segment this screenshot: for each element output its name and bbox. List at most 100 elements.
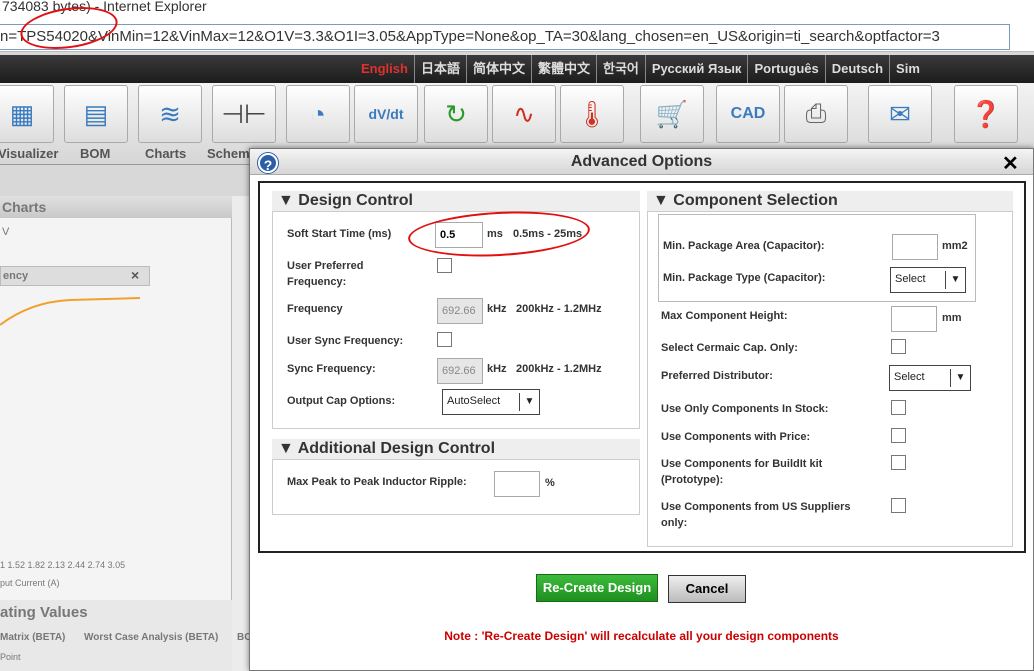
cad-icon: CAD: [730, 105, 766, 122]
chevron-down-icon: ▼: [945, 271, 965, 289]
min-type-select[interactable]: Select ▼: [890, 267, 966, 293]
min-type-value: Select: [895, 273, 926, 285]
x-axis-ticks: 1 1.52 1.82 2.13 2.44 2.74 3.05: [0, 560, 126, 570]
output-cap-select[interactable]: AutoSelect ▼: [442, 389, 540, 415]
user-pref-freq-label: User Preferred Frequency:: [287, 260, 364, 288]
close-icon[interactable]: ×: [131, 267, 139, 283]
charts-button[interactable]: ≋: [138, 85, 202, 143]
visualizer-button[interactable]: ▦: [0, 85, 54, 143]
sync-frequency-label: Sync Frequency:: [287, 363, 376, 375]
ceramic-only-checkbox[interactable]: [891, 339, 906, 354]
ripple-input[interactable]: [494, 471, 540, 497]
design-control-header[interactable]: ▼ Design Control: [272, 191, 640, 211]
in-stock-checkbox[interactable]: [891, 400, 906, 415]
lang-russian[interactable]: Русский Язык: [646, 55, 749, 83]
additional-design-header[interactable]: ▼ Additional Design Control: [272, 439, 640, 459]
dialog-body: ▼ Design Control Soft Start Time (ms) 0.…: [258, 181, 1026, 553]
distributor-label: Preferred Distributor:: [661, 370, 773, 382]
lang-chinese-traditional[interactable]: 繁體中文: [532, 55, 597, 83]
visualizer-icon: ▦: [9, 98, 35, 129]
lang-portuguese[interactable]: Português: [748, 55, 826, 83]
bom-button[interactable]: ▤: [64, 85, 128, 143]
circuit-icon: ↻: [445, 98, 467, 129]
thermal-button[interactable]: 🌡: [560, 85, 624, 143]
share-button[interactable]: ✉: [868, 85, 932, 143]
schematic-label: Schem: [207, 146, 250, 161]
tab-matrix[interactable]: Matrix (BETA): [0, 632, 65, 643]
dvdt-icon: dV/dt: [368, 106, 404, 122]
output-cap-label: Output Cap Options:: [287, 395, 396, 407]
user-pref-freq-checkbox[interactable]: [437, 258, 452, 273]
user-sync-checkbox[interactable]: [437, 332, 452, 347]
efficiency-curve: [0, 297, 141, 326]
visualizer-label: Visualizer: [0, 146, 59, 161]
min-area-input[interactable]: [892, 234, 938, 260]
frequency-unit: kHz: [487, 303, 507, 315]
lang-english[interactable]: English: [355, 55, 415, 83]
distributor-select[interactable]: Select ▼: [889, 365, 971, 391]
max-height-label: Max Component Height:: [661, 310, 788, 322]
with-price-checkbox[interactable]: [891, 428, 906, 443]
lang-japanese[interactable]: 日本語: [415, 55, 467, 83]
user-sync-label: User Sync Frequency:: [287, 335, 404, 347]
close-icon[interactable]: ✕: [1002, 151, 1019, 176]
gauge-button[interactable]: ◔: [286, 85, 350, 143]
frequency-range: 200kHz - 1.2MHz: [516, 303, 602, 315]
distributor-value: Select: [894, 371, 925, 383]
output-cap-value: AutoSelect: [447, 395, 501, 407]
recalculate-note: Note : 'Re-Create Design' will recalcula…: [444, 629, 839, 643]
schematic-button[interactable]: ⊣⊢: [212, 85, 276, 143]
sync-frequency-input[interactable]: 692.66: [437, 358, 483, 384]
min-type-label: Min. Package Type (Capacitor):: [663, 272, 826, 284]
frequency-label: Frequency: [287, 303, 343, 315]
address-bar[interactable]: n=TPS54020&VinMin=12&VinMax=12&O1V=3.3&O…: [0, 24, 1010, 50]
recreate-design-button[interactable]: Re-Create Design: [536, 574, 658, 602]
cart-icon: 🛒: [655, 98, 689, 129]
lang-more[interactable]: Sim: [890, 55, 926, 83]
cancel-button[interactable]: Cancel: [668, 575, 746, 603]
buildit-checkbox[interactable]: [891, 455, 906, 470]
bom-icon: ▤: [83, 98, 109, 129]
lang-korean[interactable]: 한국어: [597, 55, 646, 83]
collapse-icon: ▼: [653, 192, 674, 209]
charts-panel-title: Charts: [0, 196, 232, 218]
share-icon: ✉: [889, 98, 911, 129]
sync-frequency-range: 200kHz - 1.2MHz: [516, 363, 602, 375]
x-axis-label: put Current (A): [0, 578, 60, 588]
help-button[interactable]: ❓: [954, 85, 1018, 143]
cad-button[interactable]: CAD: [716, 85, 780, 143]
us-suppliers-label: Use Components from US Suppliers only:: [661, 501, 851, 529]
point-label: Point: [0, 652, 21, 662]
thermometer-icon: 🌡: [575, 98, 609, 129]
dvdt-button[interactable]: dV/dt: [354, 85, 418, 143]
schematic-icon: ⊣⊢: [221, 98, 267, 129]
lang-german[interactable]: Deutsch: [826, 55, 891, 83]
min-area-label: Min. Package Area (Capacitor):: [663, 240, 825, 252]
frequency-input[interactable]: 692.66: [437, 298, 483, 324]
component-selection-header[interactable]: ▼ Component Selection: [647, 191, 1013, 211]
sine-wave-icon: ∿: [513, 98, 535, 129]
component-selection-section: Min. Package Area (Capacitor): mm2 Min. …: [647, 211, 1013, 547]
sine-button[interactable]: ∿: [492, 85, 556, 143]
tab-worst-case[interactable]: Worst Case Analysis (BETA): [84, 632, 218, 643]
window-title: 734083 bytes) - Internet Explorer: [0, 0, 1034, 22]
chevron-down-icon: ▼: [519, 393, 539, 411]
buildit-label: Use Components for BuildIt kit (Prototyp…: [661, 458, 823, 486]
advanced-options-dialog: ? Advanced Options ✕ ▼ Design Control So…: [249, 148, 1034, 671]
charts-label: Charts: [145, 146, 187, 161]
printer-icon: ⎙: [805, 98, 827, 128]
help-icon: ❓: [969, 98, 1003, 129]
max-height-input[interactable]: [891, 306, 937, 332]
us-suppliers-checkbox[interactable]: [891, 498, 906, 513]
lang-chinese-simplified[interactable]: 简体中文: [467, 55, 532, 83]
min-area-unit: mm2: [942, 240, 968, 252]
gauge-icon: ◔: [310, 98, 326, 129]
print-button[interactable]: ⎙: [784, 85, 848, 143]
with-price-label: Use Components with Price:: [661, 431, 811, 443]
efficiency-tab[interactable]: ency ×: [0, 266, 150, 286]
collapse-icon: ▼: [278, 440, 298, 457]
charts-sub-label: V: [2, 226, 10, 238]
thermal-sim-button[interactable]: ↻: [424, 85, 488, 143]
in-stock-label: Use Only Components In Stock:: [661, 403, 829, 415]
buy-button[interactable]: 🛒: [640, 85, 704, 143]
